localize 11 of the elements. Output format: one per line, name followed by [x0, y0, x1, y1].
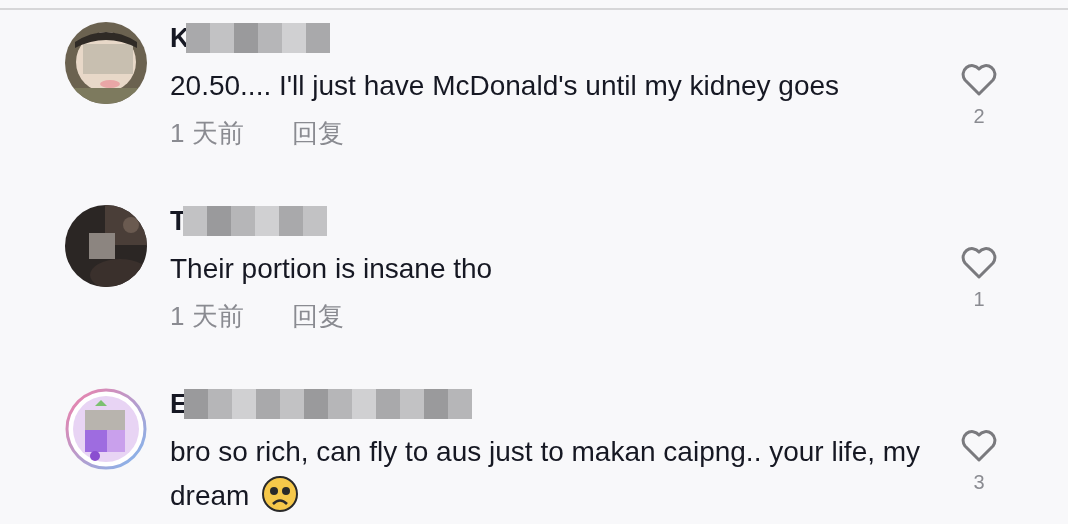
- like-count: 1: [973, 288, 985, 311]
- heart-icon[interactable]: [961, 430, 997, 463]
- comment-time: 1 天前: [170, 117, 244, 150]
- comment-time: 1 天前: [170, 300, 244, 333]
- comment-text: 20.50.... I'll just have McDonald's until my kidney goes: [170, 69, 841, 103]
- heart-icon[interactable]: [961, 64, 997, 97]
- like-count: 3: [973, 471, 985, 494]
- comment-text: bro so rich, can fly to aus just to makan caipng.. your life, my dream: [170, 435, 922, 515]
- comment-text: Their portion is insane tho: [170, 252, 494, 286]
- like-count: 2: [973, 105, 985, 128]
- heart-icon[interactable]: [961, 247, 997, 280]
